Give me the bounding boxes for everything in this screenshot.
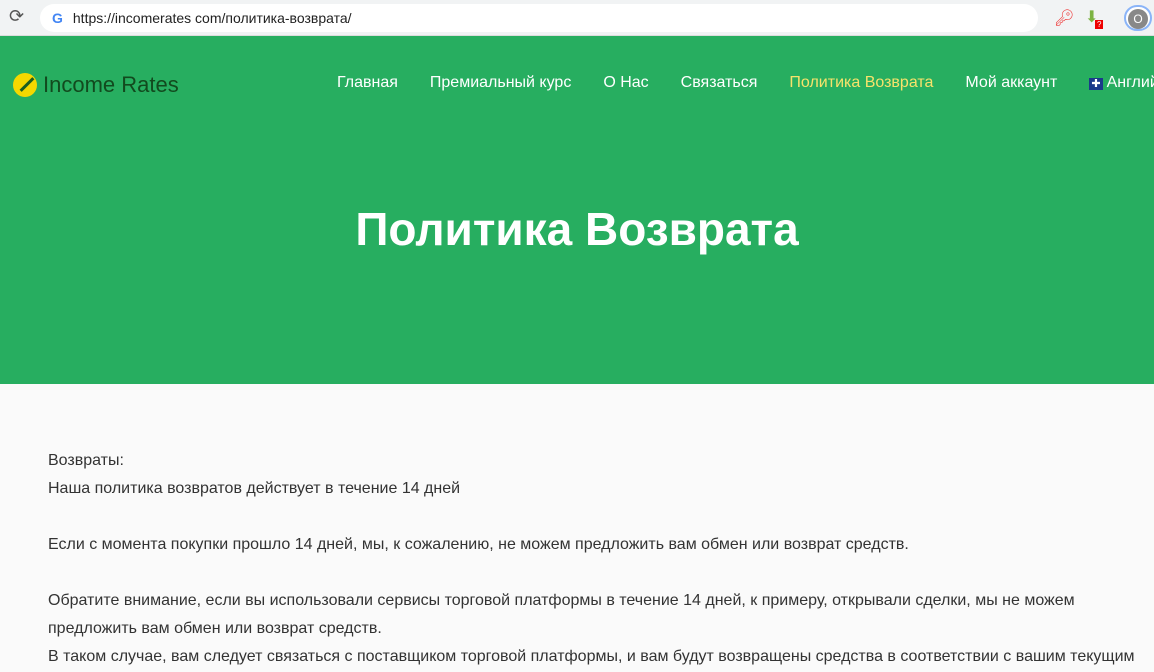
paragraph: В таком случае, вам следует связаться с … bbox=[48, 648, 1135, 665]
page-title: Политика Возврата bbox=[355, 203, 799, 255]
nav-language[interactable]: ✚ Англий bbox=[1089, 74, 1154, 92]
nav-contact[interactable]: Связаться bbox=[681, 74, 758, 92]
uk-flag-icon: ✚ bbox=[1089, 78, 1103, 90]
site-logo[interactable]: Income Rates bbox=[13, 72, 179, 98]
leaf-logo-icon bbox=[13, 73, 37, 97]
main-nav: Главная Премиальный курс О Нас Связаться… bbox=[337, 74, 1154, 92]
extension-badge: ? bbox=[1095, 20, 1104, 29]
page-content: Возвраты: Наша политика возвратов действ… bbox=[48, 447, 1148, 671]
profile-button[interactable]: O bbox=[1124, 5, 1152, 31]
browser-toolbar: ⟳ G https://incomerates com/политика-воз… bbox=[0, 0, 1154, 36]
language-label: Англий bbox=[1106, 74, 1154, 91]
nav-premium-course[interactable]: Премиальный курс bbox=[430, 74, 571, 92]
google-icon: G bbox=[52, 10, 63, 26]
nav-about[interactable]: О Нас bbox=[603, 74, 648, 92]
nav-account[interactable]: Мой аккаунт bbox=[965, 74, 1057, 92]
url-text[interactable]: https://incomerates com/политика-возврат… bbox=[73, 10, 352, 26]
paragraph: Возвраты: bbox=[48, 452, 124, 469]
address-bar[interactable]: G https://incomerates com/политика-возвр… bbox=[40, 4, 1038, 32]
paragraph: Наша политика возвратов действует в тече… bbox=[48, 480, 461, 497]
paragraph: Если с момента покупки прошло 14 дней, м… bbox=[48, 536, 909, 553]
nav-refund-policy[interactable]: Политика Возврата bbox=[789, 74, 933, 92]
paragraph: Обратите внимание, если вы использовали … bbox=[48, 592, 1075, 637]
hero-header: Income Rates Главная Премиальный курс О … bbox=[0, 36, 1154, 384]
key-extension-icon[interactable]: 🔑︎ bbox=[1054, 8, 1074, 28]
reload-icon[interactable]: ⟳ bbox=[9, 6, 24, 27]
logo-text: Income Rates bbox=[43, 72, 179, 97]
avatar: O bbox=[1128, 9, 1148, 29]
nav-home[interactable]: Главная bbox=[337, 74, 398, 92]
